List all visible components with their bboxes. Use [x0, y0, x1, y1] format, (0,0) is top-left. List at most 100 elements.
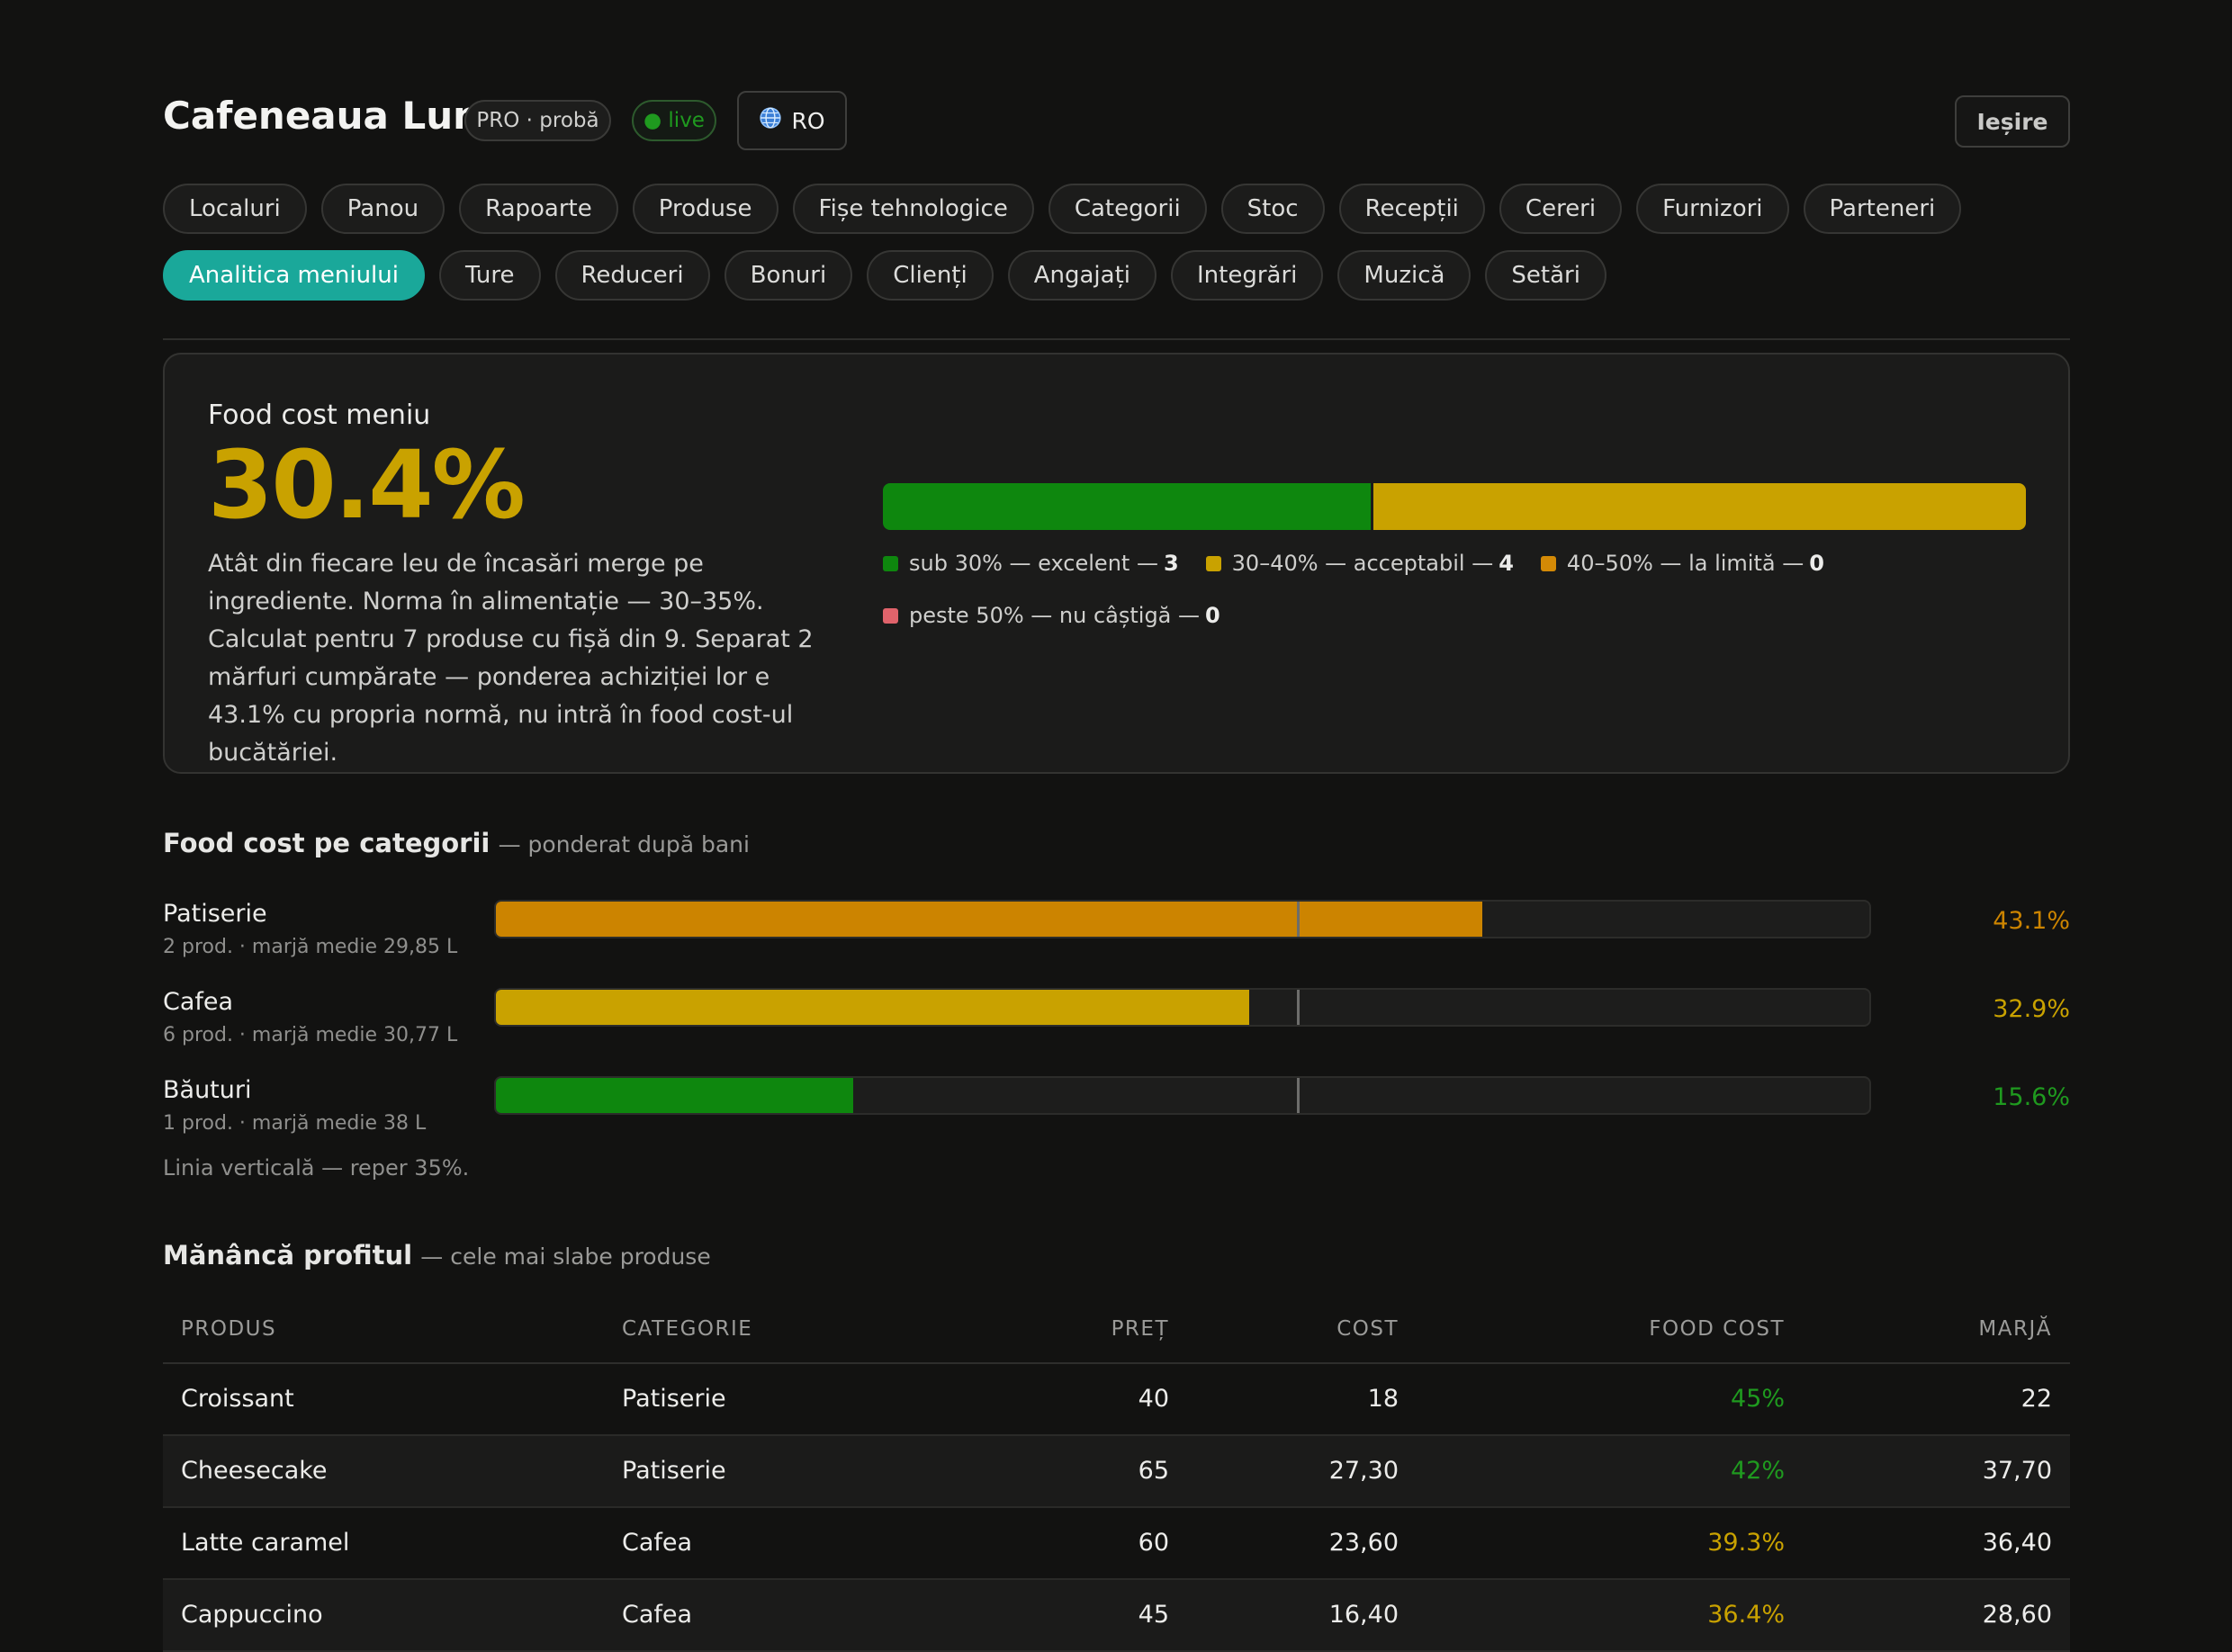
categories-title: Food cost pe categorii — [163, 828, 490, 858]
cell-cost: 18 — [1367, 1385, 1399, 1413]
legend-item: 40–50% — la limită — 0 — [1540, 551, 1824, 576]
legend-item: 30–40% — acceptabil — 4 — [1205, 551, 1514, 576]
table-row[interactable]: Cheesecake Patiserie 65 27,30 42% 37,70 — [163, 1436, 2070, 1508]
food-cost-title: Food cost meniu — [208, 400, 431, 431]
weak-products-table: PRODUS CATEGORIE PREȚ COST FOOD COST MARJĂ Cr… — [163, 1296, 2070, 1652]
legend-swatch — [1540, 555, 1556, 571]
nav-tab-rapoarte[interactable]: Rapoarte — [459, 184, 618, 234]
reference-line — [1297, 902, 1300, 937]
nav-tab-cereri[interactable]: Cereri — [1498, 184, 1623, 234]
nav-tab-setari[interactable]: Setări — [1485, 250, 1606, 301]
column-produs-header[interactable]: PRODUS — [181, 1317, 276, 1341]
food-cost-card: Food cost meniu 30.4% Atât din fiecare l… — [163, 353, 2070, 774]
cell-price: 60 — [1138, 1529, 1169, 1557]
nav-tab-bonuri[interactable]: Bonuri — [724, 250, 853, 301]
category-bar-fill — [496, 990, 1249, 1025]
exit-button[interactable]: Ieșire — [1955, 95, 2070, 148]
column-pret-header[interactable]: PREȚ — [1112, 1317, 1169, 1341]
cell-category: Patiserie — [622, 1385, 726, 1413]
table-row[interactable]: Latte caramel Cafea 60 23,60 39.3% 36,40 — [163, 1508, 2070, 1580]
nav-tab-muzica[interactable]: Muzică — [1337, 250, 1472, 301]
column-categorie-header[interactable]: CATEGORIE — [622, 1317, 752, 1341]
nav-tab-angajati[interactable]: Angajați — [1007, 250, 1157, 301]
legend-label: 30–40% — acceptabil — — [1231, 551, 1494, 576]
cell-price: 40 — [1138, 1385, 1169, 1413]
cell-name: Cheesecake — [181, 1457, 328, 1485]
column-marja-header[interactable]: MARJĂ — [1978, 1317, 2052, 1341]
category-bar-track — [494, 988, 1871, 1027]
cell-category: Cafea — [622, 1529, 693, 1557]
cell-food-cost: 36.4% — [1707, 1601, 1785, 1629]
nav-tab-parteneri[interactable]: Parteneri — [1803, 184, 1962, 234]
nav-tab-clienti[interactable]: Clienți — [867, 250, 994, 301]
legend-swatch — [1205, 555, 1221, 571]
category-percent: 32.9% — [1993, 995, 2070, 1023]
plan-badge: PRO · probă — [464, 100, 611, 141]
categories-heading: Food cost pe categorii — ponderat după b… — [163, 828, 750, 858]
category-bar-fill — [496, 1078, 853, 1113]
app-header: Cafeneaua Luna PRO · probă ● live RO Ieș… — [163, 90, 2070, 153]
category-bar-track — [494, 1076, 1871, 1115]
category-name: Patiserie — [163, 900, 267, 928]
category-name: Cafea — [163, 988, 234, 1016]
legend-count: 3 — [1163, 551, 1179, 576]
reference-line — [1297, 990, 1300, 1025]
legend-item: sub 30% — excelent — 3 — [883, 551, 1179, 576]
legend-count: 0 — [1205, 603, 1220, 628]
nav-tab-ture[interactable]: Ture — [438, 250, 541, 301]
legend-count: 0 — [1809, 551, 1824, 576]
nav-row-secondary: Analitica meniului Ture Reduceri Bonuri Clie… — [163, 250, 2070, 301]
category-meta: 1 prod. · marjă medie 38 L — [163, 1112, 427, 1135]
cell-category: Patiserie — [622, 1457, 726, 1485]
distribution-segment — [883, 483, 1372, 530]
globe-icon — [759, 106, 782, 135]
nav-tab-fise-tehnologice[interactable]: Fișe tehnologice — [792, 184, 1034, 234]
food-cost-description: Atât din fiecare leu de încasări merge p… — [208, 550, 814, 767]
header-divider — [163, 338, 2070, 340]
legend-label: peste 50% — nu câștigă — — [909, 603, 1201, 628]
category-row: Patiserie 2 prod. · marjă medie 29,85 L 43… — [163, 900, 2070, 972]
products-title: Mănâncă profitul — [163, 1240, 413, 1270]
nav-tab-panou[interactable]: Panou — [320, 184, 446, 234]
live-status-badge: ● live — [632, 100, 716, 141]
category-bar-fill — [496, 902, 1483, 937]
cell-price: 45 — [1138, 1601, 1169, 1629]
nav-tab-categorii[interactable]: Categorii — [1048, 184, 1207, 234]
column-food-cost-header[interactable]: FOOD COST — [1649, 1317, 1785, 1341]
cell-price: 65 — [1138, 1457, 1169, 1485]
cell-name: Latte caramel — [181, 1529, 350, 1557]
food-cost-legend: sub 30% — excelent — 3 30–40% — acceptabi… — [883, 551, 2026, 628]
nav-tab-analitica-meniului[interactable]: Analitica meniului — [163, 250, 425, 301]
nav-tab-produse[interactable]: Produse — [632, 184, 778, 234]
reference-line — [1297, 1078, 1300, 1113]
table-row[interactable]: Cappuccino Cafea 45 16,40 36.4% 28,60 — [163, 1580, 2070, 1652]
nav-tab-receptii[interactable]: Recepții — [1338, 184, 1485, 234]
category-meta: 2 prod. · marjă medie 29,85 L — [163, 936, 458, 958]
cell-cost: 23,60 — [1328, 1529, 1399, 1557]
category-percent: 43.1% — [1993, 907, 2070, 935]
cell-food-cost: 42% — [1730, 1457, 1785, 1485]
legend-swatch — [883, 607, 898, 624]
table-row[interactable]: Croissant Patiserie 40 18 45% 22 — [163, 1364, 2070, 1436]
cell-margin: 36,40 — [1982, 1529, 2052, 1557]
nav-tab-stoc[interactable]: Stoc — [1220, 184, 1325, 234]
table-header: PRODUS CATEGORIE PREȚ COST FOOD COST MARJĂ — [163, 1296, 2070, 1364]
cell-margin: 22 — [2020, 1385, 2052, 1413]
nav-tab-localuri[interactable]: Localuri — [163, 184, 307, 234]
language-selector-button[interactable]: RO — [737, 91, 847, 150]
column-cost-header[interactable]: COST — [1336, 1317, 1399, 1341]
cell-cost: 16,40 — [1328, 1601, 1399, 1629]
cell-food-cost: 45% — [1730, 1385, 1785, 1413]
category-bar-track — [494, 900, 1871, 938]
legend-item: peste 50% — nu câștigă — 0 — [883, 603, 2026, 628]
nav-tab-integrari[interactable]: Integrări — [1171, 250, 1324, 301]
cell-name: Cappuccino — [181, 1601, 323, 1629]
table-body: Croissant Patiserie 40 18 45% 22 Cheesecake Pat… — [163, 1364, 2070, 1652]
nav-tab-reduceri[interactable]: Reduceri — [554, 250, 710, 301]
legend-label: sub 30% — excelent — — [909, 551, 1158, 576]
distribution-segment — [1371, 483, 2026, 530]
legend-swatch — [883, 555, 898, 571]
legend-label: 40–50% — la limită — — [1566, 551, 1804, 576]
category-percent: 15.6% — [1993, 1083, 2070, 1111]
nav-tab-furnizori[interactable]: Furnizori — [1636, 184, 1789, 234]
